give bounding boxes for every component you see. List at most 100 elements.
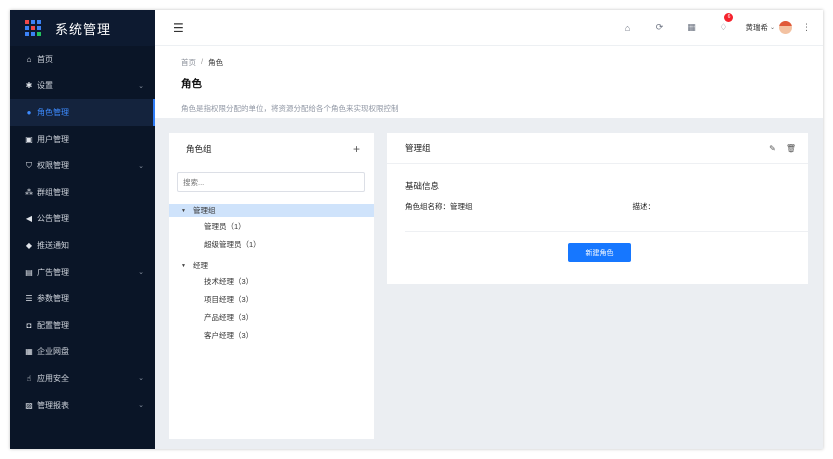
sidebar-item-label: 权限管理: [37, 161, 69, 171]
sidebar-item-0[interactable]: ⌂ 首页: [10, 46, 155, 73]
user-card-icon: ▣: [25, 134, 33, 144]
role-group-title: 角色组: [186, 143, 212, 154]
caret-down-icon[interactable]: ▼: [181, 263, 186, 269]
username[interactable]: 黄瑞希: [745, 22, 768, 33]
app-grid-logo-icon: [25, 20, 41, 36]
server-icon: ☰: [25, 294, 33, 304]
sidebar-item-label: 设置: [37, 81, 53, 91]
tree-role-node[interactable]: 超级管理员（1）: [169, 235, 374, 253]
group-icon: ⁂: [25, 187, 33, 197]
home-icon: ⌂: [26, 54, 32, 64]
main-area: ☰ ⌂ ⟳ ▦ ♢ 6 黄瑞希 ⌄ ⋮ 首页 / 角色 角色 角色是指权限分配的单…: [155, 10, 823, 449]
delete-icon[interactable]: 🗑: [786, 144, 796, 153]
sidebar-item-label: 广告管理: [37, 267, 69, 277]
sidebar-item-2[interactable]: ● 角色管理: [10, 99, 155, 126]
notification-badge: 6: [724, 13, 734, 22]
tree-role-node[interactable]: 产品经理（3）: [169, 308, 374, 326]
chart-icon: ▨: [25, 400, 33, 410]
role-group-header: 角色组 +: [169, 133, 374, 164]
role-detail-header: 管理组 ✎ 🗑: [387, 133, 808, 164]
touch-icon: ☝: [26, 373, 32, 383]
megaphone-icon: ◀: [25, 214, 33, 224]
topbar: ☰ ⌂ ⟳ ▦ ♢ 6 黄瑞希 ⌄ ⋮: [155, 10, 823, 46]
search-input[interactable]: [177, 172, 365, 192]
tree-group-label: 管理组: [192, 206, 216, 215]
app-window: 系统管理 ⌂ 首页 ✱ 设置 ⌄ ● 角色管理 ▣ 用户管理 ⛉ 权限管理 ⌄ ⁂ 群组管理 ◀ 公告管理 ◆ 推…: [10, 10, 823, 449]
breadcrumb-separator: /: [201, 57, 204, 66]
home-icon[interactable]: ⌂: [611, 23, 643, 33]
config-icon: ◘: [26, 320, 32, 330]
page-description: 角色是指权限分配的单位，将资源分配给各个角色来实现权限控制: [181, 104, 399, 113]
refresh-icon[interactable]: ⟳: [643, 22, 675, 33]
topbar-actions: ⌂ ⟳ ▦ ♢ 6 黄瑞希 ⌄ ⋮: [611, 13, 811, 34]
basic-info-row: 角色组名称： 管理组 描述：: [405, 201, 808, 212]
sidebar-item-label: 企业网盘: [37, 347, 69, 357]
sidebar-menu: ⌂ 首页 ✱ 设置 ⌄ ● 角色管理 ▣ 用户管理 ⛉ 权限管理 ⌄ ⁂ 群组管理 ◀ 公告管理 ◆ 推送通知 ▤ 广…: [10, 46, 155, 418]
add-group-icon[interactable]: +: [353, 142, 360, 156]
tree-group-label: 经理: [192, 261, 208, 270]
breadcrumb-current: 角色: [208, 58, 224, 67]
chevron-down-icon[interactable]: ⌄: [138, 374, 144, 382]
sidebar-item-label: 管理报表: [37, 400, 69, 410]
sidebar-item-3[interactable]: ▣ 用户管理: [10, 126, 155, 153]
sidebar-item-1[interactable]: ✱ 设置 ⌄: [10, 73, 155, 100]
sidebar-item-13[interactable]: ▨ 管理报表 ⌄: [10, 392, 155, 419]
tree-role-node[interactable]: 管理员（1）: [169, 217, 374, 235]
sidebar-item-label: 首页: [37, 54, 53, 64]
role-detail-actions: ✎ 🗑: [759, 144, 796, 153]
tree-group-node[interactable]: ▼ 经理: [169, 259, 374, 272]
sidebar-item-4[interactable]: ⛉ 权限管理 ⌄: [10, 152, 155, 179]
group-name-label: 角色组名称：: [405, 202, 450, 211]
chevron-down-icon[interactable]: ⌄: [138, 162, 144, 170]
sidebar-item-7[interactable]: ◆ 推送通知: [10, 232, 155, 259]
menu-toggle-icon[interactable]: ☰: [173, 21, 184, 35]
apps-icon[interactable]: ▦: [675, 22, 707, 33]
new-role-button[interactable]: 新建角色: [568, 243, 631, 262]
role-tree: ▼ 管理组管理员（1） 超级管理员（1） ▼ 经理技术经理（3） 项目经理（3） 产品经理（…: [169, 204, 374, 344]
avatar[interactable]: [779, 21, 792, 34]
more-vertical-icon[interactable]: ⋮: [802, 22, 811, 33]
tree-role-node[interactable]: 技术经理（3）: [169, 272, 374, 290]
edit-icon[interactable]: ✎: [769, 144, 776, 153]
sidebar-item-8[interactable]: ▤ 广告管理 ⌄: [10, 259, 155, 286]
chevron-down-icon[interactable]: ⌄: [138, 401, 144, 409]
chevron-down-icon[interactable]: ⌄: [770, 24, 775, 31]
sidebar-item-11[interactable]: ▦ 企业网盘: [10, 339, 155, 366]
bell-icon: ◆: [25, 240, 33, 250]
chevron-down-icon[interactable]: ⌄: [138, 268, 144, 276]
image-icon: ▤: [25, 267, 33, 277]
brand: 系统管理: [10, 10, 155, 46]
role-detail-panel: 管理组 ✎ 🗑 基础信息 角色组名称： 管理组 描述： 新建角色: [387, 133, 808, 284]
breadcrumb-home[interactable]: 首页: [181, 57, 196, 68]
gear-icon: ✱: [25, 81, 33, 91]
sidebar-item-6[interactable]: ◀ 公告管理: [10, 206, 155, 233]
divider: [405, 231, 808, 232]
notification-bell-icon[interactable]: ♢ 6: [707, 13, 739, 33]
sidebar-item-9[interactable]: ☰ 参数管理: [10, 285, 155, 312]
sidebar-item-10[interactable]: ◘ 配置管理: [10, 312, 155, 339]
sidebar-item-label: 应用安全: [37, 373, 69, 383]
sidebar-item-label: 用户管理: [37, 134, 69, 144]
sidebar-item-12[interactable]: ☝ 应用安全 ⌄: [10, 365, 155, 392]
chevron-down-icon[interactable]: ⌄: [138, 82, 144, 90]
breadcrumb: 首页 / 角色: [181, 57, 823, 68]
sidebar-item-5[interactable]: ⁂ 群组管理: [10, 179, 155, 206]
caret-down-icon[interactable]: ▼: [181, 208, 186, 214]
sidebar-item-label: 群组管理: [37, 187, 69, 197]
sidebar-item-label: 配置管理: [37, 320, 69, 330]
role-group-panel: 角色组 + ▼ 管理组管理员（1）超级管理员（1） ▼ 经理技术经理（3）项目经理（3…: [169, 133, 374, 439]
grid-icon: ▦: [25, 347, 33, 357]
tree-role-node[interactable]: 项目经理（3）: [169, 290, 374, 308]
role-detail-title: 管理组: [405, 143, 431, 153]
shield-icon: ⛉: [26, 160, 32, 170]
sidebar-item-label: 参数管理: [37, 294, 69, 304]
content: 角色组 + ▼ 管理组管理员（1）超级管理员（1） ▼ 经理技术经理（3）项目经理（3…: [155, 118, 823, 449]
sidebar-item-label: 推送通知: [37, 240, 69, 250]
group-name-value: 管理组: [450, 202, 473, 211]
basic-info-title: 基础信息: [405, 181, 440, 191]
sidebar-item-label: 公告管理: [37, 214, 69, 224]
tree-role-node[interactable]: 客户经理（3）: [169, 326, 374, 344]
page-header: 首页 / 角色 角色 角色是指权限分配的单位，将资源分配给各个角色来实现权限控制: [155, 46, 823, 118]
tree-group-node[interactable]: ▼ 管理组: [169, 204, 374, 217]
app-title: 系统管理: [55, 21, 112, 37]
